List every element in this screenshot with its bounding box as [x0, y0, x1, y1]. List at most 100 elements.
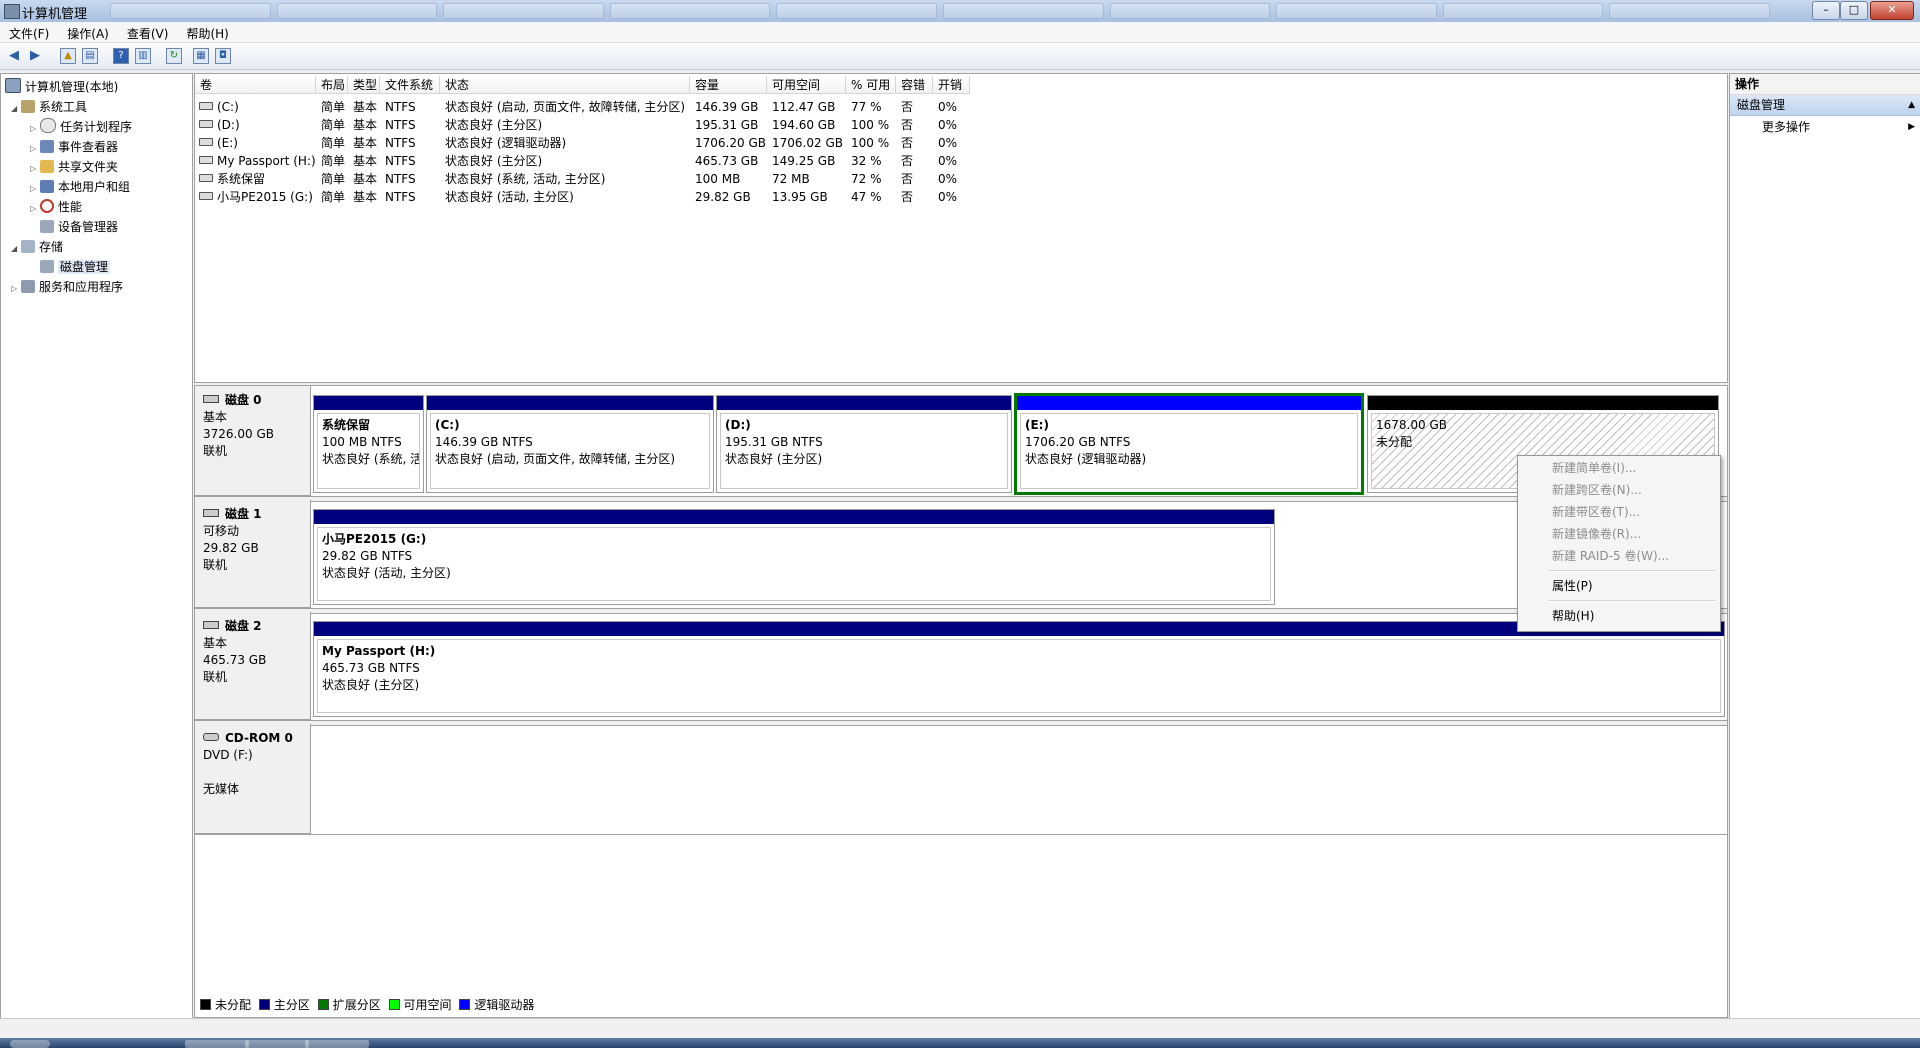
- menu-file[interactable]: 文件(F): [0, 22, 58, 45]
- tree-item-disk-management[interactable]: 磁盘管理: [40, 258, 111, 276]
- column-header-overhead[interactable]: 开销: [933, 76, 970, 94]
- disk-0-label[interactable]: 磁盘 0 基本 3726.00 GB 联机: [195, 386, 311, 496]
- collapsed-triangle-icon[interactable]: ▷: [30, 200, 40, 218]
- menu-item-properties[interactable]: 属性(P): [1552, 576, 1593, 596]
- show-tree-icon[interactable]: ▤: [82, 48, 98, 64]
- volume-cell[interactable]: 47 %: [851, 188, 882, 206]
- volume-cell[interactable]: 0%: [938, 134, 957, 152]
- volume-cell[interactable]: 简单: [321, 134, 345, 152]
- volume-cell[interactable]: 状态良好 (启动, 页面文件, 故障转储, 主分区): [445, 98, 685, 116]
- menu-item-new-striped-volume[interactable]: 新建带区卷(T)...: [1552, 502, 1640, 522]
- volume-cell[interactable]: 否: [901, 98, 913, 116]
- column-header-free-space[interactable]: 可用空间: [767, 76, 846, 94]
- volume-cell[interactable]: NTFS: [385, 116, 416, 134]
- volume-cell[interactable]: 简单: [321, 170, 345, 188]
- volume-cell[interactable]: 194.60 GB: [772, 116, 835, 134]
- volume-cell[interactable]: NTFS: [385, 188, 416, 206]
- column-header-capacity[interactable]: 容量: [690, 76, 767, 94]
- collapsed-triangle-icon[interactable]: ▷: [30, 120, 40, 138]
- volume-cell[interactable]: NTFS: [385, 98, 416, 116]
- minimize-button[interactable]: –: [1812, 1, 1840, 20]
- volume-cell[interactable]: 112.47 GB: [772, 98, 835, 116]
- tree-item-event-viewer[interactable]: ▷ 事件查看器: [30, 138, 118, 156]
- volume-cell[interactable]: 100 MB: [695, 170, 740, 188]
- tree-item-device-manager[interactable]: 设备管理器: [40, 218, 118, 236]
- volume-cell[interactable]: NTFS: [385, 152, 416, 170]
- volume-name-cell[interactable]: (D:): [199, 116, 240, 134]
- volume-cell[interactable]: 基本: [353, 152, 377, 170]
- tree-item-shared-folders[interactable]: ▷ 共享文件夹: [30, 158, 118, 176]
- partition-g[interactable]: 小马PE2015 (G:) 29.82 GB NTFS 状态良好 (活动, 主分区): [313, 509, 1275, 605]
- volume-cell[interactable]: 1706.20 GB: [695, 134, 766, 152]
- volume-cell[interactable]: 13.95 GB: [772, 188, 828, 206]
- up-folder-icon[interactable]: ▲: [60, 48, 76, 64]
- volume-cell[interactable]: 状态良好 (主分区): [445, 152, 542, 170]
- show-actions-icon[interactable]: ▥: [135, 48, 151, 64]
- taskbar-app-button[interactable]: [185, 1040, 249, 1048]
- volume-cell[interactable]: 基本: [353, 188, 377, 206]
- menu-item-help[interactable]: 帮助(H): [1552, 606, 1594, 626]
- volume-cell[interactable]: 0%: [938, 152, 957, 170]
- volume-cell[interactable]: 基本: [353, 134, 377, 152]
- volume-cell[interactable]: 状态良好 (系统, 活动, 主分区): [445, 170, 605, 188]
- tree-item-computer-management[interactable]: 计算机管理(本地): [5, 78, 118, 96]
- taskbar-app-button[interactable]: [245, 1040, 309, 1048]
- volume-cell[interactable]: 简单: [321, 98, 345, 116]
- volume-cell[interactable]: NTFS: [385, 134, 416, 152]
- volume-cell[interactable]: 195.31 GB: [695, 116, 758, 134]
- partition-e[interactable]: (E:) 1706.20 GB NTFS 状态良好 (逻辑驱动器): [1014, 393, 1364, 495]
- tree-item-system-tools[interactable]: ◢ 系统工具: [11, 98, 87, 116]
- volume-cell[interactable]: 基本: [353, 170, 377, 188]
- volume-name-cell[interactable]: 系统保留: [199, 170, 265, 188]
- volume-cell[interactable]: 72 MB: [772, 170, 810, 188]
- collapsed-triangle-icon[interactable]: ▷: [30, 180, 40, 198]
- disk-settings-icon[interactable]: ◘: [215, 48, 231, 64]
- volume-cell[interactable]: 基本: [353, 116, 377, 134]
- column-header-layout[interactable]: 布局: [316, 76, 348, 94]
- column-header-status[interactable]: 状态: [440, 76, 690, 94]
- volume-cell[interactable]: 否: [901, 134, 913, 152]
- forward-arrow-icon[interactable]: ▶: [27, 48, 43, 64]
- taskbar-app-button[interactable]: [305, 1040, 369, 1048]
- volume-cell[interactable]: 72 %: [851, 170, 882, 188]
- volume-cell[interactable]: NTFS: [385, 170, 416, 188]
- volume-cell[interactable]: 32 %: [851, 152, 882, 170]
- tree-item-local-users-groups[interactable]: ▷ 本地用户和组: [30, 178, 130, 196]
- partition-c[interactable]: (C:) 146.39 GB NTFS 状态良好 (启动, 页面文件, 故障转储, …: [426, 395, 714, 493]
- volume-cell[interactable]: 否: [901, 188, 913, 206]
- volume-name-cell[interactable]: (C:): [199, 98, 239, 116]
- volume-name-cell[interactable]: (E:): [199, 134, 238, 152]
- volume-cell[interactable]: 基本: [353, 98, 377, 116]
- tree-item-performance[interactable]: ▷ 性能: [30, 198, 82, 216]
- menu-item-new-simple-volume[interactable]: 新建简单卷(I)...: [1552, 458, 1636, 478]
- menu-help[interactable]: 帮助(H): [177, 22, 237, 45]
- actions-section-disk-management[interactable]: 磁盘管理 ▲: [1730, 95, 1920, 116]
- volume-cell[interactable]: 否: [901, 170, 913, 188]
- volume-name-cell[interactable]: My Passport (H:): [199, 152, 316, 170]
- column-header-type[interactable]: 类型: [348, 76, 380, 94]
- properties-icon[interactable]: ▦: [193, 48, 209, 64]
- help-icon[interactable]: ?: [113, 48, 129, 64]
- menu-item-new-spanned-volume[interactable]: 新建跨区卷(N)...: [1552, 480, 1642, 500]
- tree-item-storage[interactable]: ◢ 存储: [11, 238, 63, 256]
- partition-d[interactable]: (D:) 195.31 GB NTFS 状态良好 (主分区): [716, 395, 1012, 493]
- volume-cell[interactable]: 状态良好 (逻辑驱动器): [445, 134, 566, 152]
- volume-cell[interactable]: 简单: [321, 116, 345, 134]
- expanded-triangle-icon[interactable]: ◢: [11, 100, 21, 118]
- volume-cell[interactable]: 100 %: [851, 134, 889, 152]
- start-button[interactable]: [10, 1040, 50, 1048]
- volume-cell[interactable]: 否: [901, 116, 913, 134]
- column-header-volume[interactable]: 卷: [195, 76, 316, 94]
- cdrom-0-label[interactable]: CD-ROM 0 DVD (F:) 无媒体: [195, 724, 311, 834]
- tree-item-services-applications[interactable]: ▷ 服务和应用程序: [11, 278, 123, 296]
- collapse-caret-icon[interactable]: ▲: [1908, 95, 1915, 115]
- partition-h[interactable]: My Passport (H:) 465.73 GB NTFS 状态良好 (主分区): [313, 621, 1725, 717]
- volume-cell[interactable]: 77 %: [851, 98, 882, 116]
- menu-item-new-mirrored-volume[interactable]: 新建镜像卷(R)...: [1552, 524, 1641, 544]
- volume-cell[interactable]: 1706.02 GB: [772, 134, 843, 152]
- column-header-percent-free[interactable]: % 可用: [846, 76, 896, 94]
- back-arrow-icon[interactable]: ◀: [6, 48, 22, 64]
- volume-cell[interactable]: 0%: [938, 98, 957, 116]
- close-button[interactable]: ✕: [1870, 1, 1914, 20]
- collapsed-triangle-icon[interactable]: ▷: [11, 280, 21, 298]
